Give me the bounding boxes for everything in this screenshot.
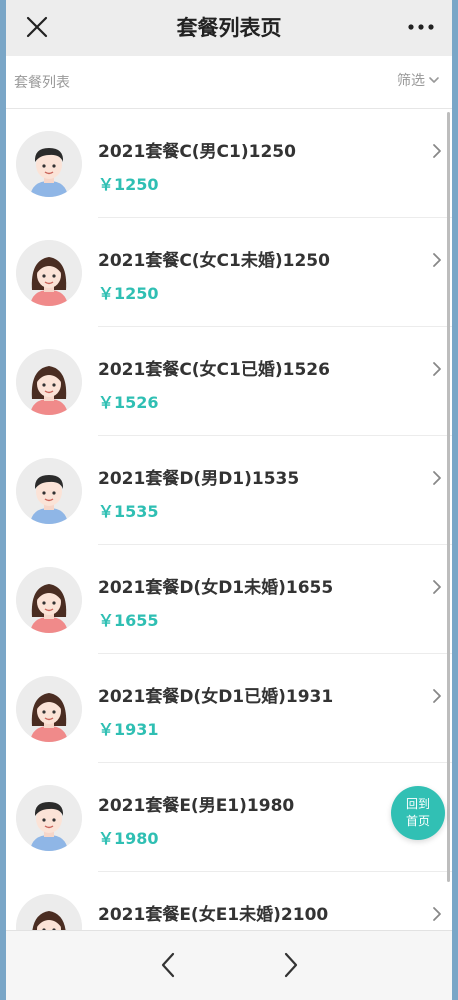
package-list-item[interactable]: 2021套餐D(女D1已婚)1931 ￥1931 — [6, 654, 452, 763]
package-price: ￥1655 — [98, 611, 159, 630]
package-list-item[interactable]: 2021套餐C(女C1已婚)1526 ￥1526 — [6, 327, 452, 436]
male-avatar — [16, 458, 82, 524]
package-name: 2021套餐E(男E1)1980 — [98, 796, 295, 816]
chevron-right-icon — [433, 689, 441, 703]
chevron-right-icon — [433, 362, 441, 376]
chevron-right-icon — [433, 253, 441, 267]
package-name: 2021套餐C(男C1)1250 — [98, 142, 296, 162]
female-avatar — [16, 894, 82, 930]
package-price: ￥1250 — [98, 175, 159, 194]
package-price: ￥1526 — [98, 393, 159, 412]
chevron-right-icon — [433, 144, 441, 158]
package-list: 2021套餐C(男C1)1250 ￥1250 2021套餐C(女C1未婚)1250 ￥… — [6, 109, 452, 930]
bottom-navigation-bar — [6, 930, 452, 1000]
package-name: 2021套餐C(女C1未婚)1250 — [98, 251, 330, 271]
scrollbar[interactable] — [447, 112, 450, 882]
package-list-item[interactable]: 2021套餐C(女C1未婚)1250 ￥1250 — [6, 218, 452, 327]
filter-bar: 套餐列表 筛选 — [6, 56, 452, 109]
package-name: 2021套餐E(女E1未婚)2100 — [98, 905, 329, 925]
male-avatar — [16, 785, 82, 851]
chevron-right-icon — [433, 580, 441, 594]
back-to-home-button[interactable]: 回到 首页 — [391, 786, 445, 840]
male-avatar — [16, 131, 82, 197]
list-label: 套餐列表 — [14, 75, 70, 91]
chevron-right-icon — [433, 907, 441, 921]
chevron-down-icon — [429, 77, 439, 83]
package-price: ￥1250 — [98, 284, 159, 303]
filter-dropdown[interactable]: 筛选 — [397, 70, 440, 90]
home-button-line2: 首页 — [405, 814, 430, 828]
package-name: 2021套餐D(女D1已婚)1931 — [98, 687, 334, 707]
home-button-line1: 回到 — [405, 797, 430, 811]
female-avatar — [16, 567, 82, 633]
page-title: 套餐列表页 — [176, 16, 282, 40]
app-window: 套餐列表页 套餐列表 筛选 2021套餐C(男C1)1250 ￥1250 2021套… — [6, 0, 452, 1000]
package-list-item[interactable]: 2021套餐C(男C1)1250 ￥1250 — [6, 109, 452, 218]
forward-arrow-icon[interactable] — [281, 951, 301, 979]
female-avatar — [16, 240, 82, 306]
more-options-icon[interactable] — [406, 14, 436, 40]
package-list-item[interactable]: 2021套餐E(女E1未婚)2100 — [6, 872, 452, 930]
package-name: 2021套餐D(女D1未婚)1655 — [98, 578, 334, 598]
package-name: 2021套餐D(男D1)1535 — [98, 469, 300, 489]
top-navigation-bar: 套餐列表页 — [6, 0, 452, 56]
female-avatar — [16, 349, 82, 415]
package-price: ￥1980 — [98, 829, 159, 848]
filter-label: 筛选 — [397, 73, 425, 89]
chevron-right-icon — [433, 471, 441, 485]
female-avatar — [16, 676, 82, 742]
package-list-item[interactable]: 2021套餐D(男D1)1535 ￥1535 — [6, 436, 452, 545]
package-list-item[interactable]: 2021套餐E(男E1)1980 ￥1980 — [6, 763, 452, 872]
package-price: ￥1535 — [98, 502, 159, 521]
back-arrow-icon[interactable] — [158, 951, 178, 979]
package-name: 2021套餐C(女C1已婚)1526 — [98, 360, 330, 380]
package-list-item[interactable]: 2021套餐D(女D1未婚)1655 ￥1655 — [6, 545, 452, 654]
package-price: ￥1931 — [98, 720, 159, 739]
